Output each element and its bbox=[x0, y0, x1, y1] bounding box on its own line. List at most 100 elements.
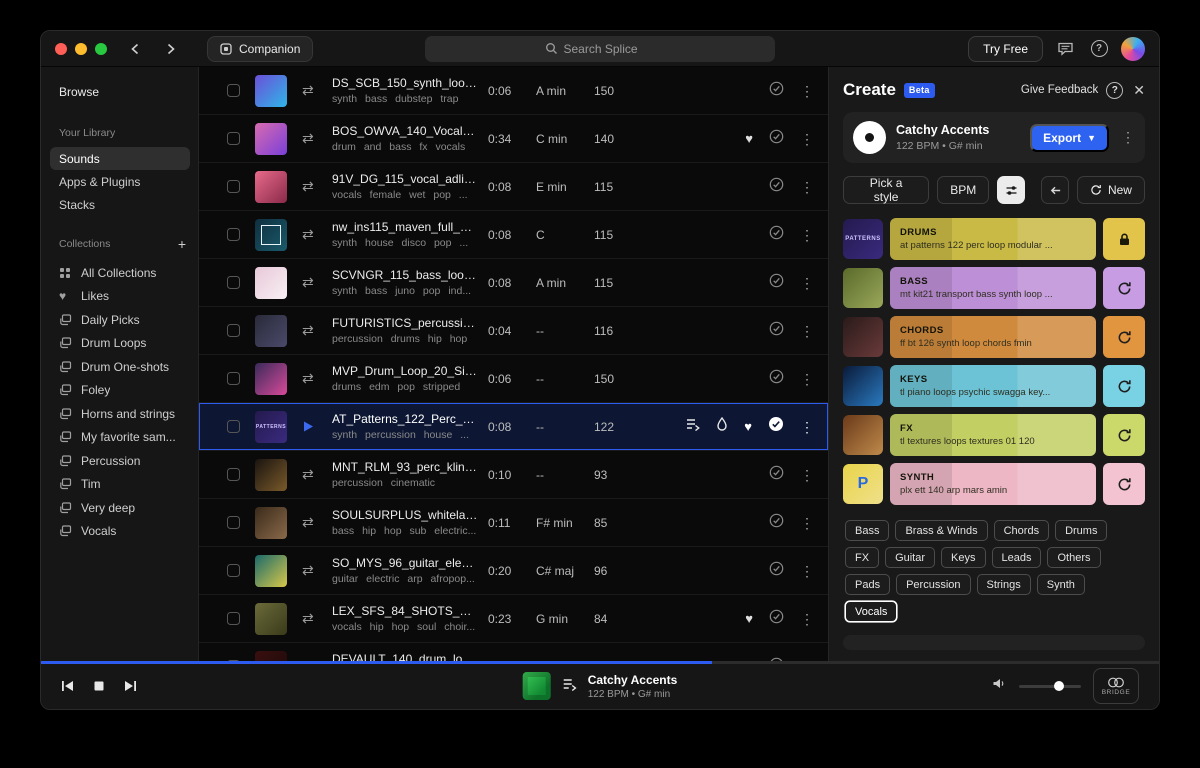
sample-row[interactable]: ⇄ DEVAULT_140_drum_loop_... drums house … bbox=[199, 643, 828, 663]
sample-name[interactable]: MVP_Drum_Loop_20_Simp... bbox=[332, 364, 478, 378]
collection-item-drum-one-shots[interactable]: Drum One-shots bbox=[59, 355, 188, 379]
stem-artwork[interactable] bbox=[843, 317, 883, 357]
bridge-button[interactable]: BRIDGE bbox=[1093, 668, 1139, 704]
sample-row[interactable]: ⇄ FUTURISTICS_percussion_... percussion … bbox=[199, 307, 828, 355]
stem-artwork[interactable] bbox=[843, 415, 883, 455]
instrument-chip-leads[interactable]: Leads bbox=[991, 547, 1042, 568]
sample-artwork[interactable] bbox=[255, 602, 287, 635]
add-to-stack-button[interactable] bbox=[685, 417, 701, 436]
loop-icon[interactable]: ⇄ bbox=[302, 226, 332, 243]
collection-item-drum-loops[interactable]: Drum Loops bbox=[59, 332, 188, 356]
sample-name[interactable]: DS_SCB_150_synth_loop_s... bbox=[332, 76, 478, 90]
sample-artwork[interactable] bbox=[255, 506, 287, 539]
sample-name[interactable]: BOS_OWVA_140_Vocal_Atm... bbox=[332, 124, 478, 138]
row-menu-icon[interactable]: ⋮ bbox=[800, 84, 814, 98]
stem-waveform-bar[interactable]: BASS mt kit21 transport bass synth loop … bbox=[890, 267, 1096, 309]
sample-name[interactable]: SO_MYS_96_guitar_electric... bbox=[332, 556, 478, 570]
volume-slider-knob[interactable] bbox=[1054, 681, 1065, 691]
instrument-chip-drums[interactable]: Drums bbox=[1055, 520, 1108, 541]
bpm-button[interactable]: BPM bbox=[937, 176, 990, 204]
sample-name[interactable]: AT_Patterns_122_Perc_Loop... bbox=[332, 412, 478, 426]
stem-lock-button[interactable] bbox=[1103, 218, 1145, 260]
next-track-button[interactable] bbox=[123, 680, 137, 692]
sample-name[interactable]: nw_ins115_maven_full_C.w... bbox=[332, 220, 478, 234]
sample-name[interactable]: MNT_RLM_93_perc_kling_l... bbox=[332, 460, 478, 474]
stem-waveform-bar[interactable]: CHORDS ff bt 126 synth loop chords fmin bbox=[890, 316, 1096, 358]
collection-item-all-collections[interactable]: All Collections bbox=[59, 261, 188, 285]
instrument-chip-strings[interactable]: Strings bbox=[976, 574, 1031, 595]
close-window-button[interactable] bbox=[55, 42, 67, 55]
loop-icon[interactable]: ⇄ bbox=[302, 610, 332, 627]
collection-item-percussion[interactable]: Percussion bbox=[59, 449, 188, 473]
row-checkbox[interactable] bbox=[227, 420, 240, 433]
row-checkbox[interactable] bbox=[227, 516, 240, 529]
sample-row[interactable]: ⇄ SCVNGR_115_bass_loop_sy... synth bass … bbox=[199, 259, 828, 307]
previous-track-button[interactable] bbox=[61, 680, 75, 692]
downloaded-button[interactable] bbox=[769, 321, 784, 341]
give-feedback-link[interactable]: Give Feedback bbox=[1021, 84, 1098, 96]
downloaded-button[interactable] bbox=[769, 81, 784, 101]
sample-name[interactable]: LEX_SFS_84_SHOTS_CHOI... bbox=[332, 604, 478, 618]
instrument-chip-others[interactable]: Others bbox=[1047, 547, 1101, 568]
close-create-panel-icon[interactable]: ✕ bbox=[1133, 82, 1145, 99]
stem-refresh-button[interactable] bbox=[1103, 316, 1145, 358]
sample-row[interactable]: ⇄ MVP_Drum_Loop_20_Simp... drums edm pop… bbox=[199, 355, 828, 403]
loop-icon[interactable]: ⇄ bbox=[302, 466, 332, 483]
stem-refresh-button[interactable] bbox=[1103, 414, 1145, 456]
pick-style-button[interactable]: Pick a style bbox=[843, 176, 930, 204]
export-button[interactable]: Export ▼ bbox=[1030, 123, 1109, 152]
row-menu-icon[interactable]: ⋮ bbox=[800, 228, 814, 242]
row-menu-icon[interactable]: ⋮ bbox=[800, 180, 814, 194]
add-to-stack-icon[interactable] bbox=[562, 677, 577, 696]
project-menu-icon[interactable]: ⋮ bbox=[1121, 129, 1135, 146]
collection-item-very-deep[interactable]: Very deep bbox=[59, 496, 188, 520]
sample-name[interactable]: 91V_DG_115_vocal_adlib_ha... bbox=[332, 172, 478, 186]
sample-row[interactable]: ⇄ nw_ins115_maven_full_C.w... synth hous… bbox=[199, 211, 828, 259]
add-collection-button[interactable]: + bbox=[178, 236, 186, 252]
loop-icon[interactable]: ⇄ bbox=[302, 370, 332, 387]
collection-item-vocals[interactable]: Vocals bbox=[59, 520, 188, 544]
downloaded-button[interactable] bbox=[769, 369, 784, 389]
sidebar-item-sounds[interactable]: Sounds bbox=[50, 147, 190, 170]
volume-icon[interactable] bbox=[992, 677, 1007, 695]
stem-artwork[interactable]: PATTERNS bbox=[843, 219, 883, 259]
undo-button[interactable] bbox=[1041, 176, 1069, 204]
row-checkbox[interactable] bbox=[227, 372, 240, 385]
row-menu-icon[interactable]: ⋮ bbox=[800, 132, 814, 146]
row-checkbox[interactable] bbox=[227, 564, 240, 577]
back-button[interactable] bbox=[123, 36, 149, 62]
sample-row[interactable]: ⇄ LEX_SFS_84_SHOTS_CHOI... vocals hip ho… bbox=[199, 595, 828, 643]
record-icon[interactable] bbox=[853, 121, 886, 154]
sample-artwork[interactable] bbox=[255, 362, 287, 395]
stem-waveform-bar[interactable]: DRUMS at patterns 122 perc loop modular … bbox=[890, 218, 1096, 260]
sample-row[interactable]: ⇄ 91V_DG_115_vocal_adlib_ha... vocals fe… bbox=[199, 163, 828, 211]
row-menu-icon[interactable]: ⋮ bbox=[800, 564, 814, 578]
sample-artwork[interactable] bbox=[255, 218, 287, 251]
companion-button[interactable]: Companion bbox=[207, 35, 314, 62]
like-button[interactable]: ♥ bbox=[745, 612, 753, 625]
sample-artwork[interactable] bbox=[255, 266, 287, 299]
row-checkbox[interactable] bbox=[227, 276, 240, 289]
instrument-chip-vocals[interactable]: Vocals bbox=[845, 601, 898, 622]
sample-artwork[interactable] bbox=[255, 554, 287, 587]
downloaded-button[interactable] bbox=[769, 177, 784, 197]
search-input[interactable] bbox=[563, 41, 656, 56]
downloaded-button[interactable] bbox=[769, 561, 784, 581]
new-button[interactable]: New bbox=[1076, 176, 1145, 204]
try-free-button[interactable]: Try Free bbox=[968, 35, 1043, 62]
user-avatar[interactable] bbox=[1121, 36, 1145, 61]
zoom-window-button[interactable] bbox=[95, 42, 107, 55]
row-menu-icon[interactable]: ⋮ bbox=[800, 468, 814, 482]
downloaded-button[interactable] bbox=[769, 225, 784, 245]
downloaded-button[interactable] bbox=[769, 273, 784, 293]
sample-name[interactable]: SOULSURPLUS_whitelabel... bbox=[332, 508, 478, 522]
stem-artwork[interactable] bbox=[843, 366, 883, 406]
row-checkbox[interactable] bbox=[227, 324, 240, 337]
row-checkbox[interactable] bbox=[227, 228, 240, 241]
row-checkbox[interactable] bbox=[227, 612, 240, 625]
instrument-chip-percussion[interactable]: Percussion bbox=[896, 574, 971, 595]
sidebar-item-apps-plugins[interactable]: Apps & Plugins bbox=[50, 170, 190, 193]
like-button[interactable]: ♥ bbox=[745, 132, 753, 145]
search-bar[interactable] bbox=[425, 35, 775, 62]
sample-row[interactable]: ⇄ SOULSURPLUS_whitelabel... bass hip hop… bbox=[199, 499, 828, 547]
